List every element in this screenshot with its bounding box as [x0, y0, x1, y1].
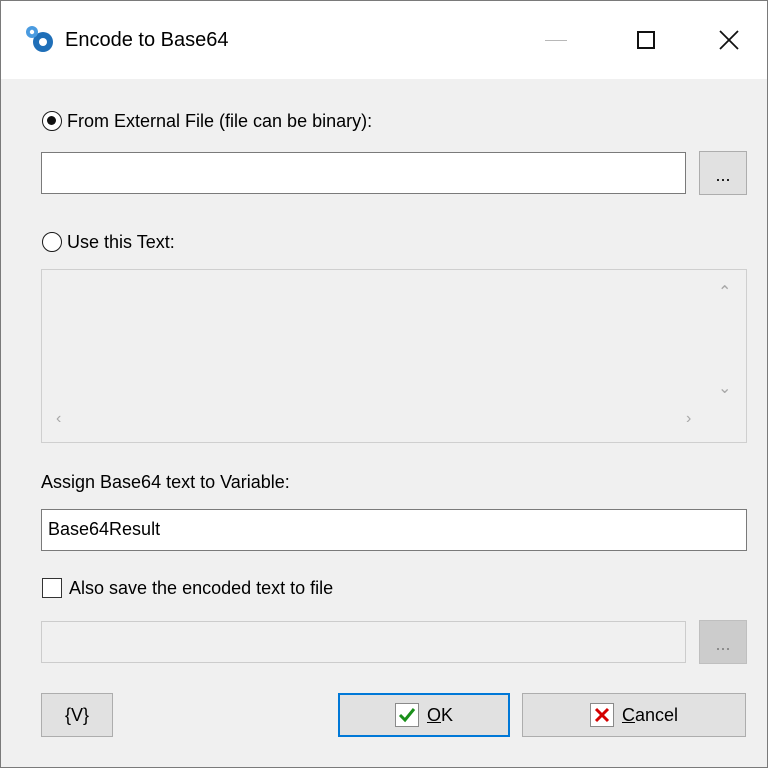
from-file-radio[interactable] [42, 111, 62, 131]
save-to-file-label[interactable]: Also save the encoded text to file [69, 577, 333, 599]
checkmark-icon [394, 703, 419, 727]
scroll-right-icon[interactable]: › [686, 410, 691, 428]
cancel-label: Cancel [621, 704, 679, 725]
minimize-icon [545, 39, 567, 41]
maximize-icon [637, 31, 655, 49]
cancel-x-icon [589, 703, 614, 727]
use-text-radio[interactable] [42, 232, 62, 252]
minimize-button[interactable] [511, 1, 601, 79]
save-browse-button[interactable]: ... [699, 620, 747, 664]
window-title: Encode to Base64 [65, 29, 229, 51]
variable-label: Assign Base64 text to Variable: [41, 472, 290, 492]
scroll-down-icon[interactable]: ⌄ [718, 378, 731, 398]
scroll-up-icon[interactable]: ⌃ [718, 282, 731, 302]
gear-cog-icon [26, 26, 53, 52]
text-area[interactable]: ⌃ ⌄ ‹ › [41, 269, 747, 443]
title-bar: Encode to Base64 [1, 1, 767, 79]
variable-name-input[interactable]: Base64Result [41, 509, 747, 551]
ok-label: OK [426, 704, 454, 725]
maximize-button[interactable] [601, 1, 691, 79]
from-file-label[interactable]: From External File (file can be binary): [67, 110, 372, 132]
cancel-button[interactable]: Cancel [522, 693, 746, 737]
close-icon [719, 30, 739, 50]
scroll-left-icon[interactable]: ‹ [56, 410, 61, 428]
save-to-file-checkbox[interactable] [42, 578, 62, 598]
file-path-input[interactable] [41, 152, 686, 194]
variables-button[interactable]: {V} [41, 693, 113, 737]
close-button[interactable] [691, 1, 767, 79]
browse-file-button[interactable]: ... [699, 151, 747, 195]
ok-button[interactable]: OK [338, 693, 510, 737]
save-file-path-input[interactable] [41, 621, 686, 663]
radio-selected-dot [47, 116, 56, 125]
use-text-label[interactable]: Use this Text: [67, 231, 175, 253]
dialog-window: Encode to Base64 From External File (fil… [0, 0, 768, 768]
